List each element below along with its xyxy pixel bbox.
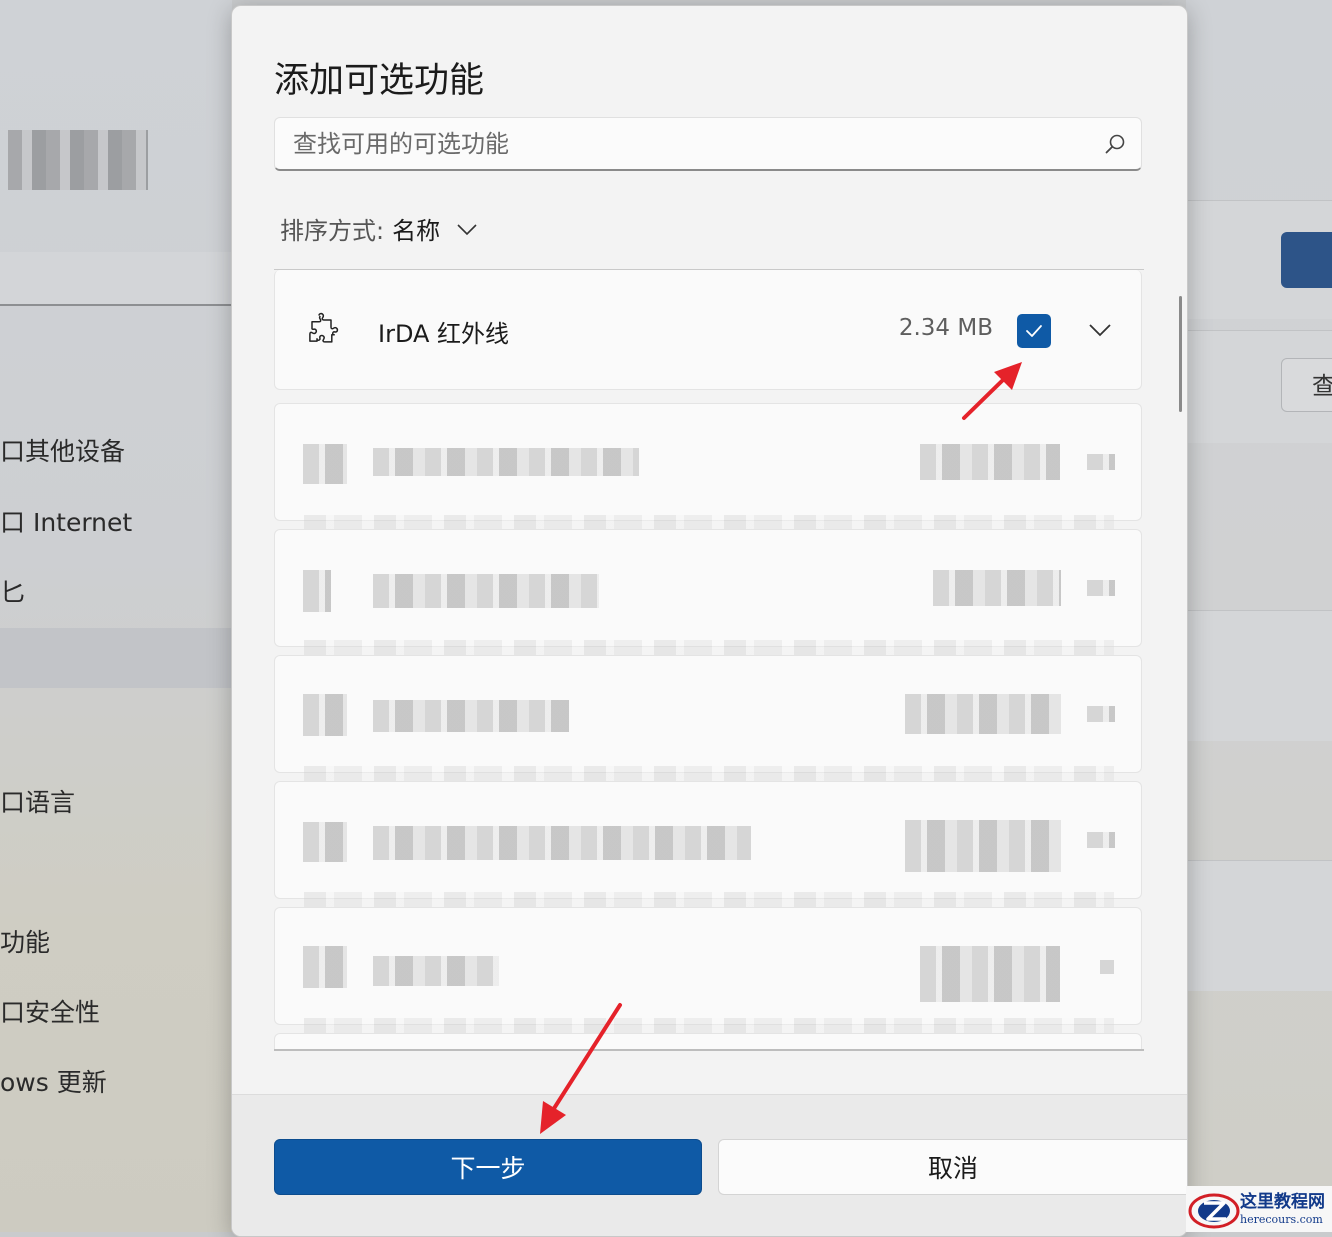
blurred-text xyxy=(1087,580,1115,596)
blurred-text xyxy=(1087,832,1115,848)
blurred-icon xyxy=(303,822,347,862)
sort-label: 排序方式: xyxy=(280,217,385,245)
nav-item-devices: 口其他设备 xyxy=(0,437,126,466)
feature-row-blurred[interactable] xyxy=(274,655,1142,773)
dialog-footer: 下一步 取消 xyxy=(232,1094,1187,1236)
feature-row-blurred[interactable] xyxy=(274,529,1142,647)
blurred-text xyxy=(373,700,569,732)
blurred-text xyxy=(373,826,751,860)
blurred-icon xyxy=(303,444,347,484)
sort-dropdown[interactable]: 排序方式: 名称 xyxy=(280,211,478,246)
cancel-button[interactable]: 取消 xyxy=(718,1139,1187,1195)
feature-row-blurred[interactable] xyxy=(274,781,1142,899)
blurred-icon xyxy=(303,946,347,988)
feature-row-partial[interactable] xyxy=(274,1033,1142,1050)
chevron-down-icon[interactable] xyxy=(1087,320,1113,340)
background-settings-nav: 口其他设备 口 Internet 匕 口语言 功能 口安全性 ows 更新 xyxy=(0,0,232,1232)
nav-item-windows-update: ows 更新 xyxy=(0,1068,107,1097)
feature-name: IrDA 红外线 xyxy=(378,320,510,348)
list-scrollbar[interactable] xyxy=(1179,296,1182,412)
blurred-text xyxy=(373,574,599,608)
add-optional-feature-dialog: 添加可选功能 排序方式: 名称 IrDA 红外线 2.34 MB xyxy=(231,5,1188,1237)
feature-search-box[interactable] xyxy=(274,117,1142,171)
blurred-text xyxy=(920,444,1060,480)
puzzle-icon xyxy=(309,312,339,343)
blurred-text xyxy=(1087,706,1115,722)
blurred-user-avatar xyxy=(8,130,148,190)
background-view-history-button: 查 xyxy=(1281,358,1332,412)
nav-item-accessibility: 功能 xyxy=(0,928,51,957)
background-settings-content: 查 xyxy=(1186,0,1332,1232)
feature-size: 2.34 MB xyxy=(898,315,993,341)
blurred-icon xyxy=(303,694,347,736)
checkmark-icon xyxy=(1026,325,1042,337)
blurred-text xyxy=(373,448,639,476)
list-divider xyxy=(274,1049,1144,1051)
blurred-text xyxy=(933,570,1061,606)
feature-row-irda[interactable]: IrDA 红外线 2.34 MB xyxy=(274,270,1142,390)
blurred-text xyxy=(1087,454,1115,470)
background-view-features-button xyxy=(1281,232,1332,288)
blurred-text xyxy=(920,946,1060,1002)
background-selected-nav-item xyxy=(0,628,232,688)
next-button[interactable]: 下一步 xyxy=(274,1139,702,1195)
background-panel xyxy=(1186,610,1332,741)
blurred-text xyxy=(905,694,1061,734)
nav-item-time-language: 口语言 xyxy=(0,788,76,817)
blurred-text xyxy=(1100,960,1114,974)
feature-search-input[interactable] xyxy=(275,118,1115,170)
watermark-url: herecours.com xyxy=(1240,1212,1323,1226)
chevron-down-icon xyxy=(457,223,477,235)
site-watermark: 这里教程网 herecours.com xyxy=(1186,1186,1332,1232)
feature-row-blurred[interactable] xyxy=(274,403,1142,521)
nav-item-network: 口 Internet xyxy=(0,508,133,537)
feature-row-blurred[interactable] xyxy=(274,907,1142,1025)
feature-checkbox[interactable] xyxy=(1017,314,1051,348)
dialog-title: 添加可选功能 xyxy=(274,61,485,101)
blurred-text xyxy=(373,956,499,986)
background-search-box xyxy=(0,252,232,306)
watermark-title: 这里教程网 xyxy=(1240,1191,1325,1212)
nav-item-privacy-security: 口安全性 xyxy=(0,998,101,1027)
search-icon[interactable] xyxy=(1103,132,1127,156)
watermark-logo-icon xyxy=(1188,1193,1240,1229)
sort-value: 名称 xyxy=(392,217,441,245)
blurred-text xyxy=(905,820,1061,872)
blurred-icon xyxy=(303,570,331,612)
nav-item-personalization: 匕 xyxy=(0,578,26,607)
feature-list[interactable]: IrDA 红外线 2.34 MB xyxy=(274,270,1144,1050)
background-panel xyxy=(1186,860,1332,991)
